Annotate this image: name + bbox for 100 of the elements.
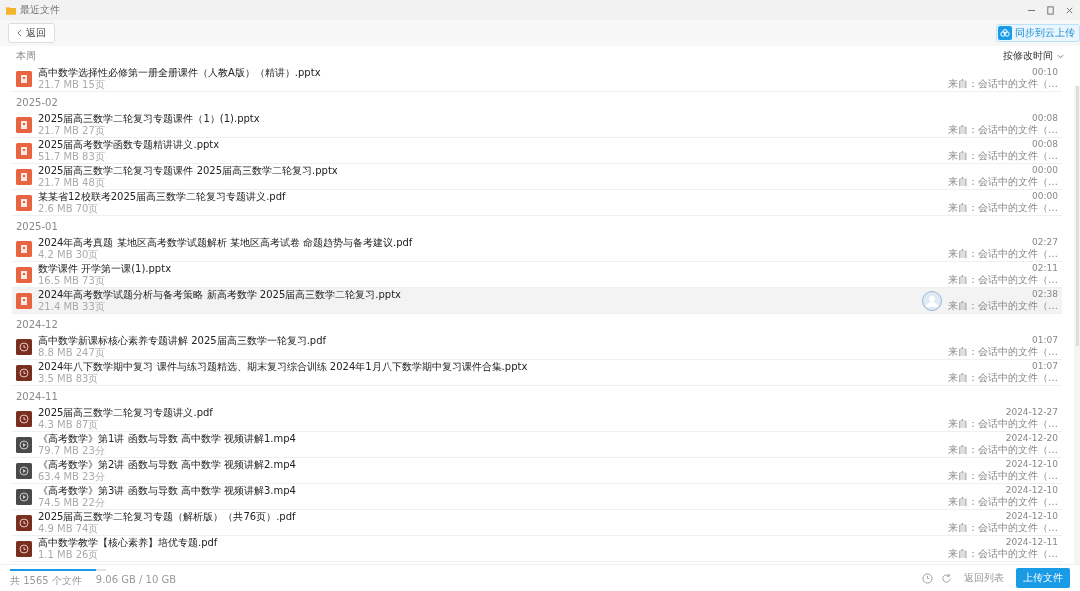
file-time: 2024-12-11	[1005, 537, 1058, 548]
document-file-icon	[16, 540, 32, 557]
file-source: 来自：会话中的文件（…	[948, 522, 1058, 534]
file-meta: 79.7 MB 23分	[38, 444, 105, 457]
file-name: 2024年八下数学期中复习 课件与练习题精选、期末复习综合训练 2024年1月八下数学期中复习课件合集.pptx	[38, 360, 528, 373]
file-time: 2024-12-20	[1005, 433, 1058, 444]
file-source: 来自：会话中的文件（…	[948, 300, 1058, 312]
file-source: 来自：会话中的文件（…	[948, 444, 1058, 456]
restore-icon[interactable]	[1046, 5, 1055, 15]
clock-icon[interactable]	[922, 572, 933, 584]
file-name: 高中数学选择性必修第一册全册课件（人教A版）（精讲）.pptx	[38, 66, 321, 79]
file-name: 高中数学教学【核心素养】培优专题.pdf	[38, 536, 218, 549]
file-time: 00:08	[1032, 113, 1058, 124]
file-name: 《高考数学》第1讲 函数与导数 高中数学 视频讲解1.mp4	[38, 432, 296, 445]
group-heading: 2024-11	[15, 389, 58, 404]
document-file-icon	[16, 364, 32, 381]
file-meta: 21.7 MB 15页	[38, 78, 105, 91]
file-meta: 63.4 MB 23分	[38, 470, 105, 483]
storage-usage: 9.06 GB / 10 GB	[95, 573, 177, 587]
file-time: 2024-12-10	[1005, 485, 1058, 496]
file-time: 00:00	[1032, 191, 1058, 202]
file-meta: 21.7 MB 27页	[38, 124, 105, 137]
file-count: 共 1565 个文件	[10, 573, 82, 588]
sort-dropdown[interactable]: 按修改时间	[1003, 49, 1064, 63]
file-meta: 16.5 MB 73页	[38, 274, 105, 287]
document-file-icon	[16, 338, 32, 355]
file-row[interactable]: 2025届高三数学二轮复习专题课件（1）(1).pptx 21.7 MB 27页 00:08 来自：会话中的文件（…	[12, 112, 1062, 138]
file-row[interactable]: 《高考数学》第3讲 函数与导数 高中数学 视频讲解3.mp4 74.5 MB 22分 2024-12-10 来自：会话中的文件（…	[12, 484, 1062, 510]
file-time: 00:08	[1032, 139, 1058, 150]
file-name: 2025届高三数学二轮复习专题讲义.pdf	[38, 406, 213, 419]
file-name: 2025届高考数学函数专题精讲讲义.pptx	[38, 138, 220, 151]
file-meta: 2.6 MB 70页	[38, 202, 99, 215]
file-row[interactable]: 2025届高考数学函数专题精讲讲义.pptx 51.7 MB 83页 00:08 来自：会话中的文件（…	[12, 138, 1062, 164]
file-time: 02:27	[1032, 237, 1058, 248]
window-title: 最近文件	[20, 3, 60, 17]
file-time: 01:07	[1032, 361, 1058, 372]
sync-upload-badge[interactable]: 同步到云上传	[996, 24, 1080, 42]
file-meta: 74.5 MB 22分	[38, 496, 105, 509]
file-row[interactable]: 高中数学教学【核心素养】培优专题.pdf 1.1 MB 26页 2024-12-11 来自：会话中的文件（…	[12, 536, 1062, 562]
refresh-icon[interactable]	[941, 572, 952, 584]
file-time: 00:10	[1032, 67, 1058, 78]
file-row[interactable]: 2024年高考真题 某地区高考数学试题解析 某地区高考试卷 命题趋势与备考建议.pdf 4.2 MB 30页 02:27 来自：会话中的文件（…	[12, 236, 1062, 262]
file-time: 00:00	[1032, 165, 1058, 176]
file-name: 2025届高三数学二轮复习专题（解析版）（共76页）.pdf	[38, 510, 296, 523]
file-time: 2024-12-10	[1005, 511, 1058, 522]
file-meta: 21.4 MB 33页	[38, 300, 105, 313]
close-icon[interactable]	[1065, 5, 1074, 15]
presentation-file-icon	[16, 266, 32, 283]
video-file-icon	[16, 462, 32, 479]
caret-icon	[1057, 53, 1064, 59]
presentation-file-icon	[16, 240, 32, 257]
file-source: 来自：会话中的文件（…	[948, 78, 1058, 90]
file-name: 《高考数学》第3讲 函数与导数 高中数学 视频讲解3.mp4	[38, 484, 296, 497]
file-row[interactable]: 高中数学选择性必修第一册全册课件（人教A版）（精讲）.pptx 21.7 MB 15页 00:10 来自：会话中的文件（…	[12, 66, 1062, 92]
file-row[interactable]: 2025届高三数学二轮复习专题课件 2025届高三数学二轮复习.pptx 21.7 MB 48页 00:00 来自：会话中的文件（…	[12, 164, 1062, 190]
group-heading: 2025-02	[15, 95, 58, 110]
file-source: 来自：会话中的文件（…	[948, 548, 1058, 560]
file-time: 02:38	[1032, 289, 1058, 300]
file-name: 数学课件 开学第一课(1).pptx	[38, 262, 172, 275]
avatar-icon[interactable]	[922, 290, 942, 311]
file-source: 来自：会话中的文件（…	[948, 124, 1058, 136]
file-source: 来自：会话中的文件（…	[948, 470, 1058, 482]
file-row[interactable]: 2025届高三数学二轮复习专题讲义.pdf 4.3 MB 87页 2024-12-27 来自：会话中的文件（…	[12, 406, 1062, 432]
file-meta: 4.9 MB 74页	[38, 522, 99, 535]
presentation-file-icon	[16, 168, 32, 185]
file-row[interactable]: 某某省12校联考2025届高三数学二轮复习专题讲义.pdf 2.6 MB 70页 00:00 来自：会话中的文件（…	[12, 190, 1062, 216]
file-source: 来自：会话中的文件（…	[948, 496, 1058, 508]
file-row[interactable]: 高中数学新课标核心素养专题讲解 2025届高三数学一轮复习.pdf 8.8 MB 247页 01:07 来自：会话中的文件（…	[12, 334, 1062, 360]
presentation-file-icon	[16, 116, 32, 133]
file-time: 2024-12-10	[1005, 459, 1058, 470]
file-meta: 21.7 MB 48页	[38, 176, 105, 189]
presentation-file-icon	[16, 194, 32, 211]
presentation-file-icon	[16, 142, 32, 159]
presentation-file-icon	[16, 292, 32, 309]
file-row[interactable]: 2024年八下数学期中复习 课件与练习题精选、期末复习综合训练 2024年1月八下数学期中复习课件合集.pptx 3.5 MB 83页 01:07 来自：会话中的文件（…	[12, 360, 1062, 386]
file-meta: 4.2 MB 30页	[38, 248, 99, 261]
file-row[interactable]: 2024年高考数学试题分析与备考策略 新高考数学 2025届高三数学二轮复习.pptx 21.4 MB 33页 02:38 来自：会话中的文件（…	[12, 288, 1062, 314]
file-meta: 1.1 MB 26页	[38, 548, 99, 561]
file-meta: 8.8 MB 247页	[38, 346, 105, 359]
file-name: 2024年高考数学试题分析与备考策略 新高考数学 2025届高三数学二轮复习.pptx	[38, 288, 401, 301]
file-name: 2025届高三数学二轮复习专题课件 2025届高三数学二轮复习.pptx	[38, 164, 338, 177]
file-source: 来自：会话中的文件（…	[948, 176, 1058, 188]
group-heading: 本周	[15, 49, 36, 63]
document-file-icon	[16, 410, 32, 427]
file-meta: 3.5 MB 83页	[38, 372, 99, 385]
file-source: 来自：会话中的文件（…	[948, 346, 1058, 358]
file-time: 2024-12-27	[1005, 407, 1058, 418]
file-row[interactable]: 2025届高三数学二轮复习专题（解析版）（共76页）.pdf 4.9 MB 74页 2024-12-10 来自：会话中的文件（…	[12, 510, 1062, 536]
group-heading: 2024-12	[15, 317, 58, 332]
file-name: 《高考数学》第2讲 函数与导数 高中数学 视频讲解2.mp4	[38, 458, 296, 471]
file-source: 来自：会话中的文件（…	[948, 248, 1058, 260]
document-file-icon	[16, 514, 32, 531]
file-row[interactable]: 《高考数学》第1讲 函数与导数 高中数学 视频讲解1.mp4 79.7 MB 23分 2024-12-20 来自：会话中的文件（…	[12, 432, 1062, 458]
file-source: 来自：会话中的文件（…	[948, 372, 1058, 384]
file-name: 2024年高考真题 某地区高考数学试题解析 某地区高考试卷 命题趋势与备考建议.pdf	[38, 236, 413, 249]
group-heading: 2025-01	[15, 219, 58, 234]
file-row[interactable]: 《高考数学》第2讲 函数与导数 高中数学 视频讲解2.mp4 63.4 MB 23分 2024-12-10 来自：会话中的文件（…	[12, 458, 1062, 484]
back-button[interactable]: 返回	[8, 23, 55, 43]
file-name: 2025届高三数学二轮复习专题课件（1）(1).pptx	[38, 112, 260, 125]
file-source: 来自：会话中的文件（…	[948, 274, 1058, 286]
